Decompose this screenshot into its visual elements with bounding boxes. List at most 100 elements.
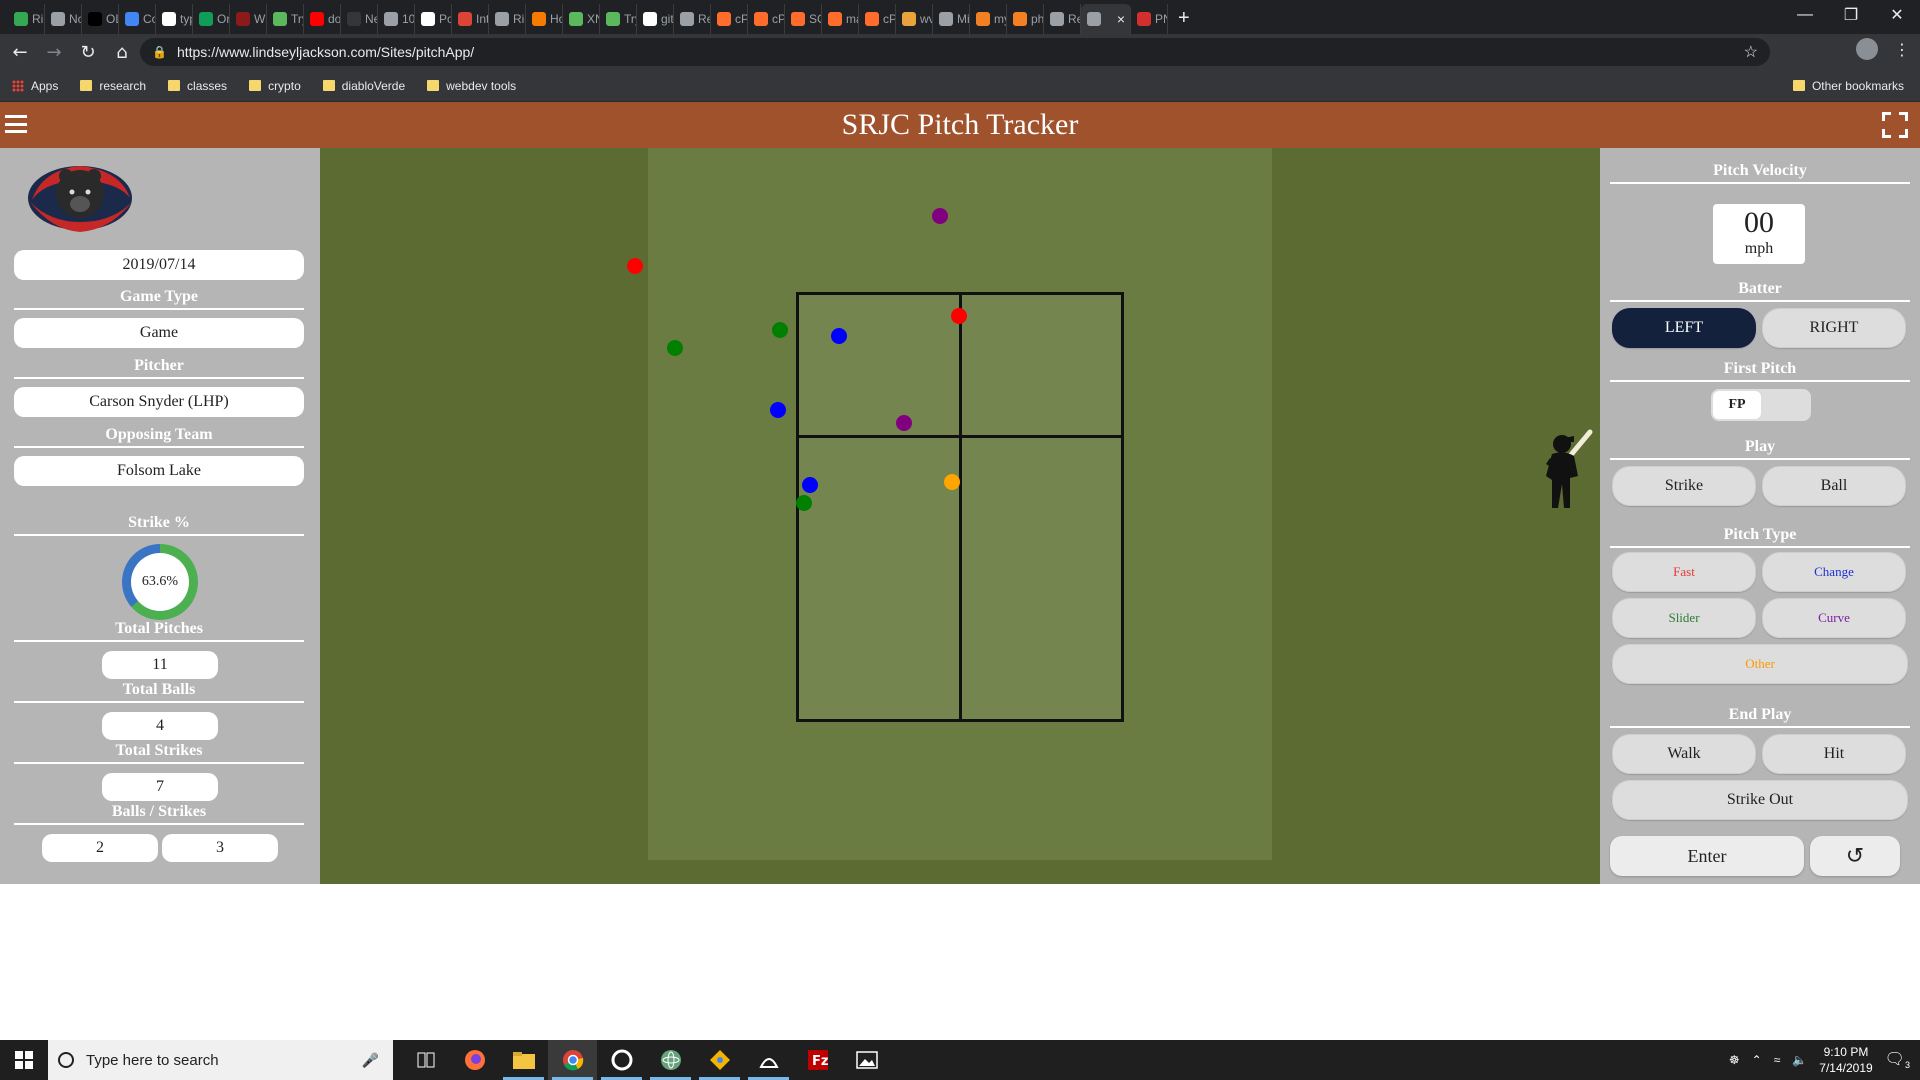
- first-pitch-toggle[interactable]: FP: [1711, 389, 1811, 421]
- pitch-curve-button[interactable]: Curve: [1762, 598, 1906, 638]
- close-tab-icon[interactable]: ×: [1117, 11, 1125, 27]
- pitch-change-button[interactable]: Change: [1762, 552, 1906, 592]
- pitch-marker[interactable]: [796, 495, 812, 511]
- browser-tab[interactable]: cP: [748, 4, 785, 34]
- batter-right-button[interactable]: RIGHT: [1762, 308, 1906, 348]
- pitch-marker[interactable]: [802, 477, 818, 493]
- browser-tab[interactable]: Or: [193, 4, 230, 34]
- pitch-marker[interactable]: [627, 258, 643, 274]
- play-ball-button[interactable]: Ball: [1762, 466, 1906, 506]
- taskbar-search-box[interactable]: Type here to search 🎤: [48, 1040, 393, 1080]
- browser-tab[interactable]: WI: [230, 4, 267, 34]
- pitch-fast-button[interactable]: Fast: [1612, 552, 1756, 592]
- browser-tab[interactable]: SC: [785, 4, 822, 34]
- browser-tab[interactable]: Try: [267, 4, 304, 34]
- minimize-icon[interactable]: —: [1782, 0, 1828, 30]
- menu-kebab-icon[interactable]: ⋮: [1894, 40, 1910, 59]
- browser-tab[interactable]: typ: [156, 4, 193, 34]
- pitch-marker[interactable]: [944, 474, 960, 490]
- bookmark-item[interactable]: webdev tools: [427, 79, 516, 93]
- people-icon[interactable]: ☸: [1729, 1053, 1740, 1067]
- browser-tab[interactable]: wv: [896, 4, 933, 34]
- browser-tab[interactable]: ma: [822, 4, 859, 34]
- game-type-field[interactable]: Game: [14, 318, 304, 348]
- date-field[interactable]: 2019/07/14: [14, 250, 304, 280]
- clock[interactable]: 9:10 PM 7/14/2019: [1819, 1044, 1872, 1076]
- browser-tab[interactable]: Nc: [45, 4, 82, 34]
- action-center-icon[interactable]: 🗨3: [1885, 1049, 1910, 1070]
- walk-button[interactable]: Walk: [1612, 734, 1756, 774]
- git-kraken-icon[interactable]: [695, 1040, 744, 1080]
- bookmark-item[interactable]: diabloVerde: [322, 79, 405, 93]
- enter-button[interactable]: Enter: [1610, 836, 1804, 876]
- pitch-marker[interactable]: [667, 340, 683, 356]
- address-bar[interactable]: 🔒 https://www.lindseyljackson.com/Sites/…: [140, 38, 1770, 66]
- browser-tab[interactable]: cP: [711, 4, 748, 34]
- browser-tab[interactable]: Ric: [8, 4, 45, 34]
- file-explorer-icon[interactable]: [499, 1040, 548, 1080]
- hit-button[interactable]: Hit: [1762, 734, 1906, 774]
- restore-icon[interactable]: ❐: [1828, 0, 1874, 30]
- browser-tab[interactable]: Re: [674, 4, 711, 34]
- pitch-other-button[interactable]: Other: [1612, 644, 1908, 684]
- photos-icon[interactable]: [842, 1040, 891, 1080]
- bookmark-item[interactable]: crypto: [249, 79, 301, 93]
- browser-tab[interactable]: my: [970, 4, 1007, 34]
- browser-tab[interactable]: Re: [1044, 4, 1081, 34]
- pitch-marker[interactable]: [932, 208, 948, 224]
- undo-icon[interactable]: ↺: [1810, 836, 1900, 876]
- back-icon[interactable]: ←: [6, 38, 34, 66]
- pitch-slider-button[interactable]: Slider: [1612, 598, 1756, 638]
- bookmark-item[interactable]: classes: [168, 79, 227, 93]
- github-desktop-icon[interactable]: [597, 1040, 646, 1080]
- browser-tab[interactable]: PN: [1131, 4, 1168, 34]
- browser-tab[interactable]: 10.: [378, 4, 415, 34]
- forward-icon[interactable]: →: [40, 38, 68, 66]
- filezilla-icon[interactable]: Fz: [793, 1040, 842, 1080]
- strike-zone[interactable]: [796, 292, 1124, 722]
- pitch-marker[interactable]: [772, 322, 788, 338]
- browser-tab[interactable]: ph: [1007, 4, 1044, 34]
- browser-tab[interactable]: cP: [859, 4, 896, 34]
- windows-start-icon[interactable]: [0, 1040, 48, 1080]
- first-pitch-option[interactable]: FP: [1713, 391, 1761, 419]
- browser-tab[interactable]: do: [304, 4, 341, 34]
- browser-tab[interactable]: Po: [415, 4, 452, 34]
- pitch-marker[interactable]: [896, 415, 912, 431]
- pitch-field[interactable]: [320, 148, 1600, 884]
- network-icon[interactable]: ≈: [1774, 1053, 1781, 1067]
- browser-tab[interactable]: Ric: [489, 4, 526, 34]
- pitch-marker[interactable]: [770, 402, 786, 418]
- bookmark-star-icon[interactable]: ☆: [1744, 42, 1758, 62]
- opposing-team-field[interactable]: Folsom Lake: [14, 456, 304, 486]
- browser-tab[interactable]: Co: [119, 4, 156, 34]
- browser-tab[interactable]: Int: [452, 4, 489, 34]
- close-window-icon[interactable]: ✕: [1874, 0, 1920, 30]
- hamburger-menu-icon[interactable]: [5, 115, 27, 133]
- browser-tab[interactable]: OL: [82, 4, 119, 34]
- atom-icon[interactable]: [646, 1040, 695, 1080]
- inkscape-icon[interactable]: [744, 1040, 793, 1080]
- show-hidden-icons[interactable]: ⌃: [1752, 1053, 1762, 1067]
- task-view-icon[interactable]: [401, 1040, 450, 1080]
- chrome-icon[interactable]: [548, 1040, 597, 1080]
- firefox-icon[interactable]: [450, 1040, 499, 1080]
- pitch-marker[interactable]: [831, 328, 847, 344]
- browser-tab[interactable]: New Ta: [341, 4, 378, 34]
- browser-tab[interactable]: git: [637, 4, 674, 34]
- browser-tab[interactable]: Mi: [933, 4, 970, 34]
- new-tab-button[interactable]: +: [1178, 7, 1190, 30]
- volume-icon[interactable]: 🔈: [1792, 1053, 1807, 1067]
- browser-tab[interactable]: Try: [600, 4, 637, 34]
- fullscreen-icon[interactable]: [1882, 112, 1908, 138]
- reload-icon[interactable]: ↻: [74, 38, 102, 66]
- browser-tab[interactable]: XN: [563, 4, 600, 34]
- velocity-input[interactable]: 00 mph: [1713, 204, 1805, 264]
- pitch-marker[interactable]: [951, 308, 967, 324]
- bookmark-item[interactable]: research: [80, 79, 146, 93]
- pitcher-field[interactable]: Carson Snyder (LHP): [14, 387, 304, 417]
- browser-tab[interactable]: ×: [1081, 4, 1131, 34]
- other-bookmarks[interactable]: Other bookmarks: [1792, 79, 1904, 93]
- strike-out-button[interactable]: Strike Out: [1612, 780, 1908, 820]
- profile-avatar[interactable]: [1856, 38, 1878, 60]
